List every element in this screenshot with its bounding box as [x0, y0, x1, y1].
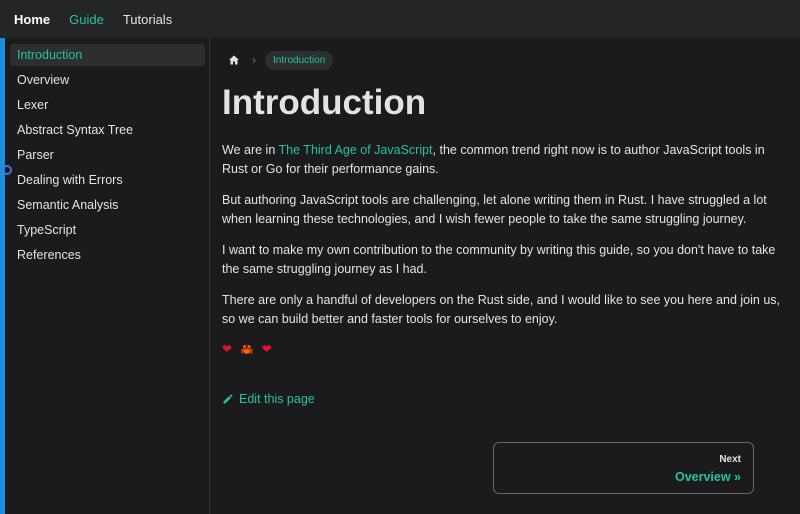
- edit-page-label: Edit this page: [239, 392, 315, 406]
- top-navbar: Home Guide Tutorials: [0, 0, 800, 38]
- sidebar-item-semantic-analysis[interactable]: Semantic Analysis: [10, 194, 205, 216]
- home-icon[interactable]: [228, 54, 240, 66]
- paragraph-1-pre: We are in: [222, 143, 279, 157]
- paragraph-2: But authoring JavaScript tools are chall…: [222, 193, 767, 226]
- sidebar-item-ast[interactable]: Abstract Syntax Tree: [10, 119, 205, 141]
- sidebar-item-overview[interactable]: Overview: [10, 69, 205, 91]
- page-title: Introduction: [222, 83, 427, 122]
- next-label: Next: [719, 454, 741, 465]
- sidebar-item-lexer[interactable]: Lexer: [10, 94, 205, 116]
- sidebar: Introduction Overview Lexer Abstract Syn…: [5, 38, 210, 514]
- main-content: › Introduction Introduction We are in Th…: [222, 38, 782, 494]
- pencil-icon: [223, 394, 233, 404]
- breadcrumb-separator: ›: [252, 53, 256, 67]
- paragraph-3: I want to make my own contribution to th…: [222, 243, 776, 276]
- emoji-row: ❤ 🦀 ❤: [222, 341, 782, 357]
- sidebar-item-errors[interactable]: Dealing with Errors: [10, 169, 205, 191]
- crab-icon: 🦀: [240, 343, 254, 356]
- breadcrumb: › Introduction: [222, 50, 782, 70]
- breadcrumb-current: Introduction: [265, 50, 334, 70]
- next-page-card[interactable]: Next Overview »: [493, 442, 754, 494]
- third-age-link[interactable]: The Third Age of JavaScript: [279, 143, 433, 157]
- paragraph-1: We are in The Third Age of JavaScript, t…: [222, 141, 782, 179]
- nav-guide-link[interactable]: Guide: [69, 12, 104, 27]
- sidebar-item-typescript[interactable]: TypeScript: [10, 219, 205, 241]
- sidebar-item-introduction[interactable]: Introduction: [10, 44, 205, 66]
- next-page-title: Overview »: [674, 470, 741, 484]
- heart-icon: ❤: [261, 342, 272, 356]
- sidebar-item-parser[interactable]: Parser: [10, 144, 205, 166]
- paragraph-4: There are only a handful of developers o…: [222, 293, 780, 326]
- nav-home-link[interactable]: Home: [14, 12, 50, 27]
- sidebar-item-references[interactable]: References: [10, 244, 205, 266]
- edit-page-link[interactable]: Edit this page: [222, 392, 782, 406]
- nav-tutorials-link[interactable]: Tutorials: [123, 12, 172, 27]
- heart-icon: ❤: [222, 342, 233, 356]
- resize-handle-icon[interactable]: [2, 165, 12, 175]
